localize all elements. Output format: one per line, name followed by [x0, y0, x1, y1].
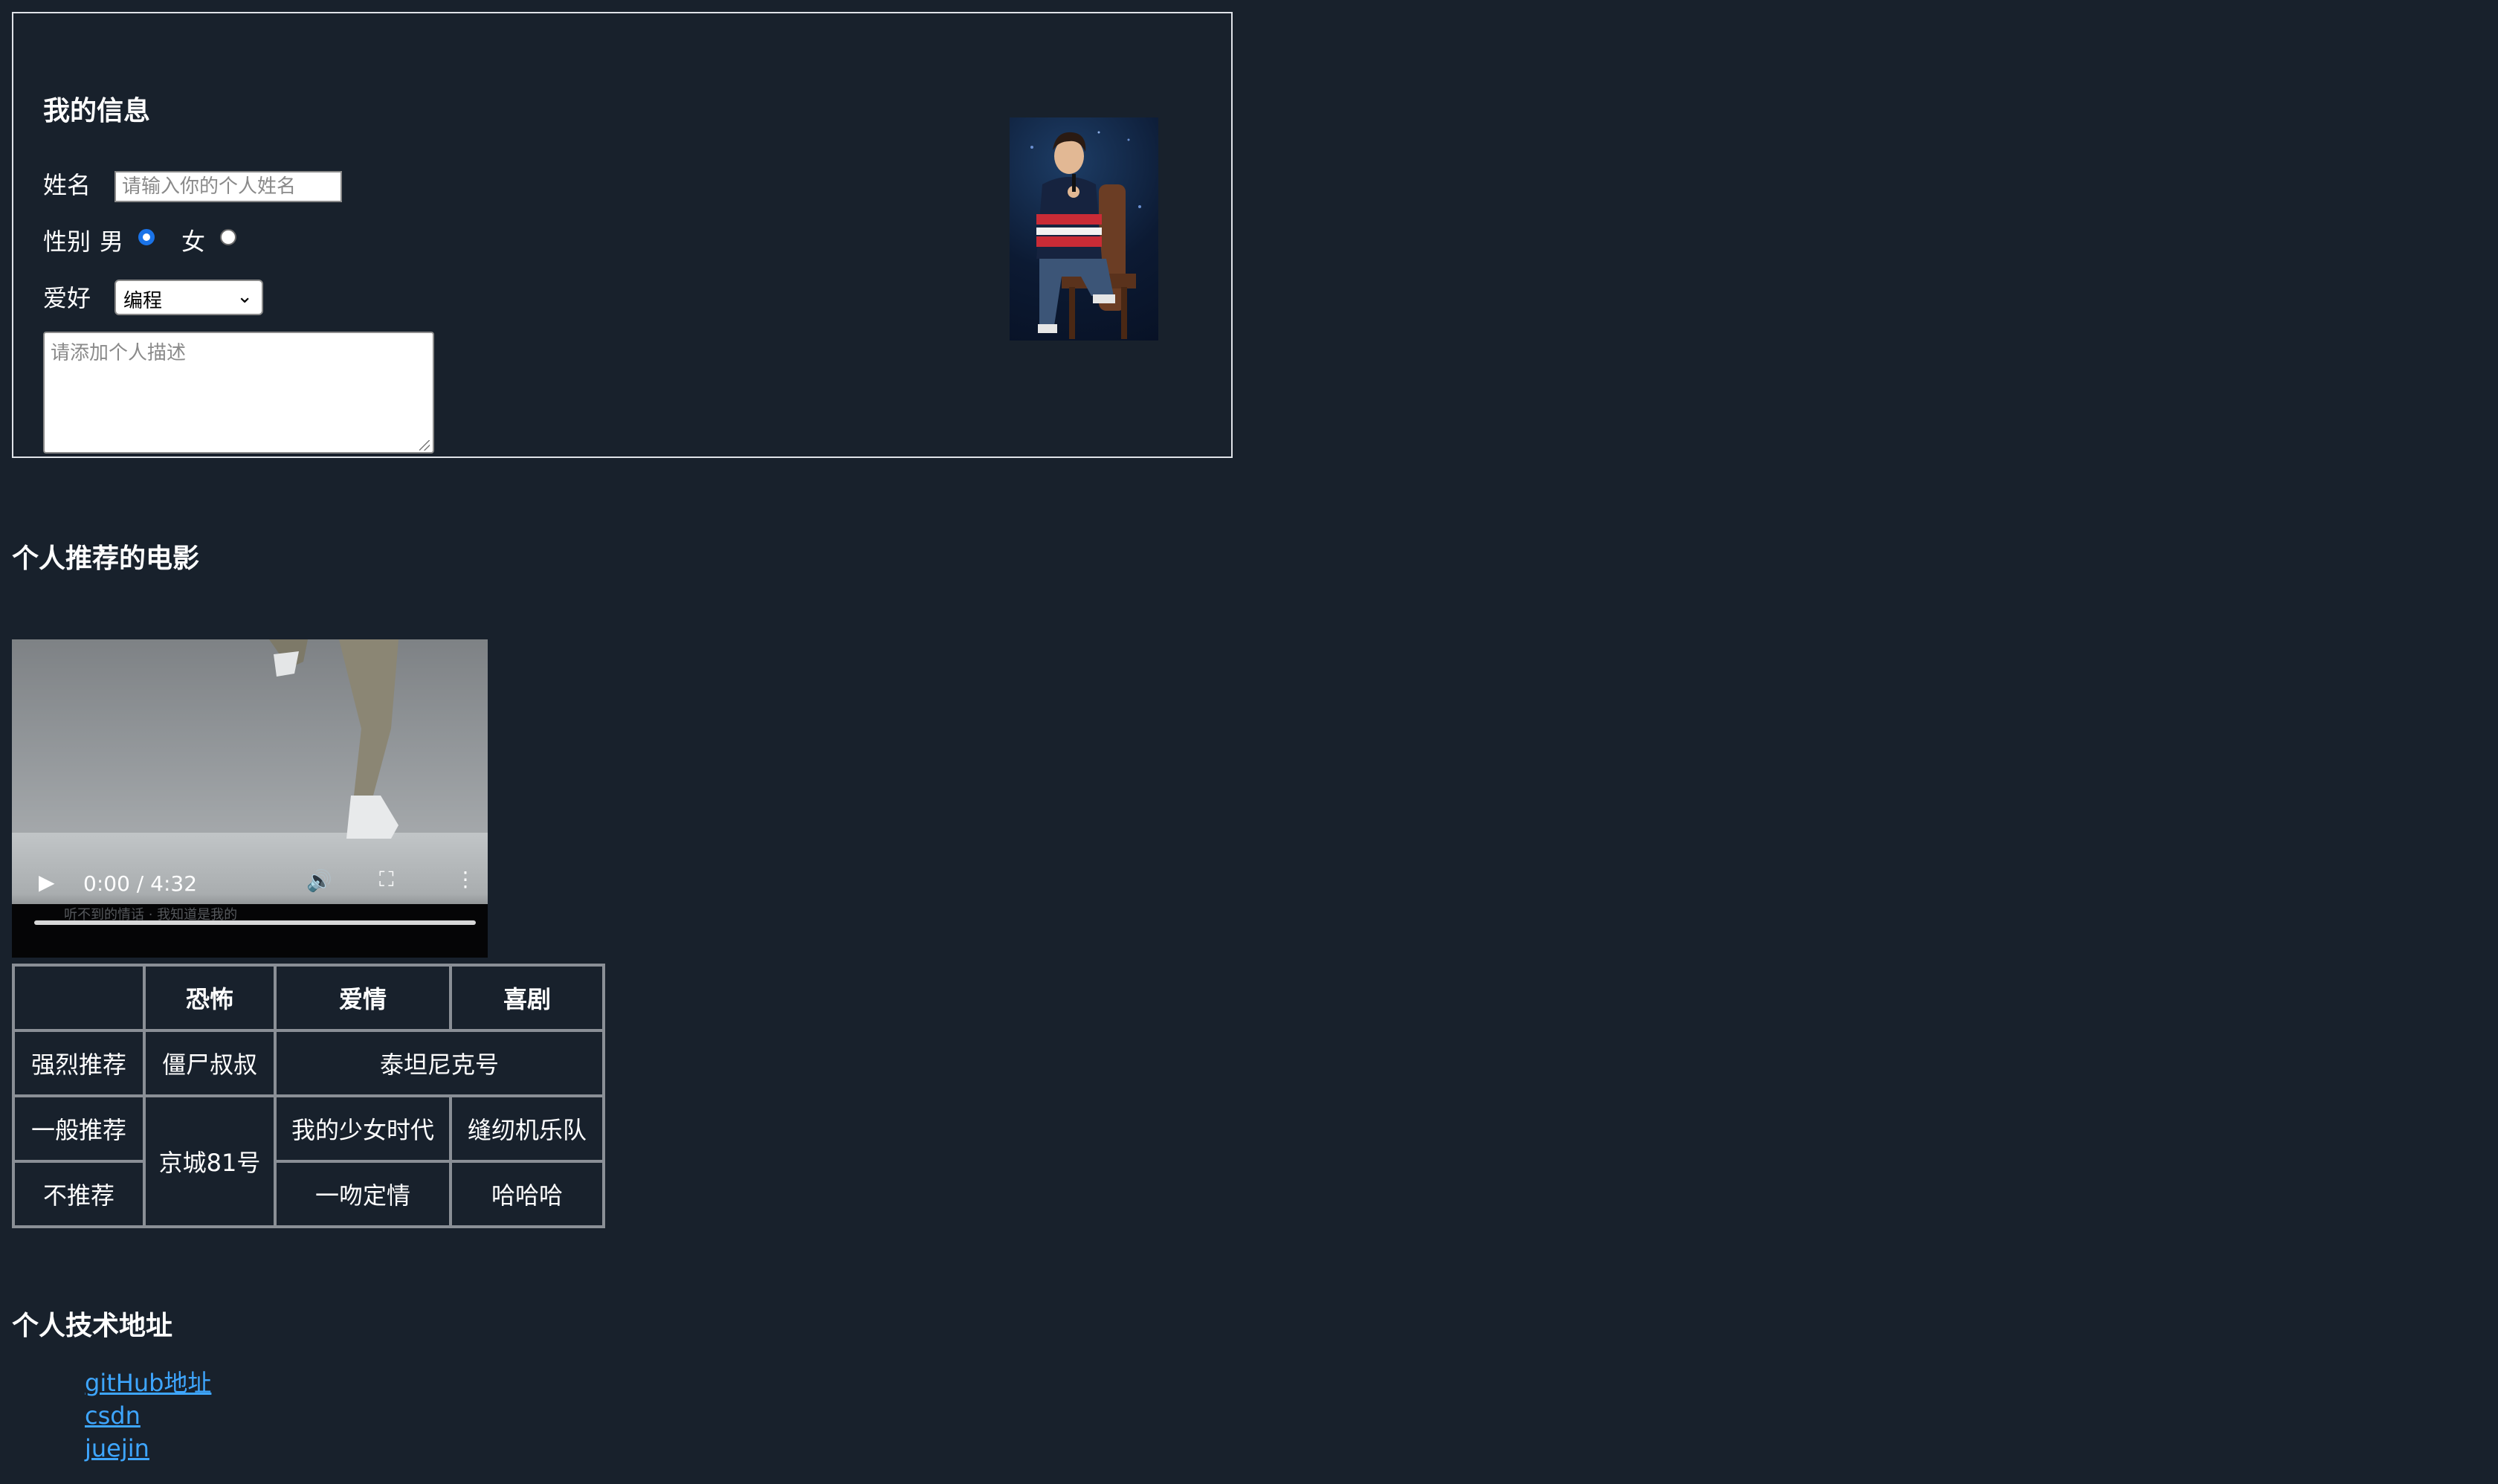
table-cell: 京城81号	[144, 1096, 275, 1227]
gender-male-label: 男	[100, 228, 124, 256]
link-juejin[interactable]: juejin	[85, 1432, 211, 1465]
video-subtitle-text: 听不到的情话 · 我知道是我的	[64, 907, 238, 923]
info-title: 我的信息	[43, 96, 151, 126]
table-row: 不推荐 一吻定情 哈哈哈	[13, 1161, 604, 1227]
volume-icon[interactable]: 🔊	[306, 868, 332, 893]
video-time-separator: /	[136, 871, 144, 896]
video-duration: 4:32	[150, 871, 198, 896]
description-textarea[interactable]: 请添加个人描述	[43, 332, 434, 454]
row-label-normal: 一般推荐	[13, 1096, 144, 1161]
name-input[interactable]	[114, 171, 342, 202]
profile-photo	[1010, 117, 1158, 341]
table-cell: 我的少女时代	[275, 1096, 451, 1161]
table-row: 强烈推荐 僵尸叔叔 泰坦尼克号	[13, 1030, 604, 1096]
movies-section-title: 个人推荐的电影	[12, 543, 200, 574]
table-cell: 泰坦尼克号	[275, 1030, 604, 1096]
table-cell: 哈哈哈	[451, 1161, 604, 1227]
gender-female-radio[interactable]	[220, 229, 236, 245]
video-player[interactable]: ▶ 0:00 / 4:32 🔊 ⛶ ⋮ 听不到的情话 · 我知道是我的	[12, 639, 488, 958]
table-header-comedy: 喜剧	[451, 965, 604, 1030]
table-row: 一般推荐 京城81号 我的少女时代 缝纫机乐队	[13, 1096, 604, 1227]
video-current-time: 0:00	[83, 871, 130, 896]
hobby-label: 爱好	[43, 284, 91, 312]
hobby-select[interactable]: 编程 ⌄	[114, 280, 263, 315]
movie-recommendation-table: 恐怖 爱情 喜剧 强烈推荐 僵尸叔叔 泰坦尼克号 一般推荐 京城81号 我的少女…	[12, 964, 605, 1228]
table-header-romance: 爱情	[275, 965, 451, 1030]
info-fieldset: 我的信息 姓名 性别 男 女 爱好 编程 ⌄ 请添加个人描述	[12, 12, 1233, 458]
link-csdn[interactable]: csdn	[85, 1399, 211, 1432]
more-options-icon[interactable]: ⋮	[455, 867, 476, 891]
gender-label: 性别	[43, 228, 91, 256]
table-header-row: 恐怖 爱情 喜剧	[13, 965, 604, 1030]
tech-links-list: gitHub地址 csdn juejin	[85, 1367, 211, 1465]
chevron-down-icon: ⌄	[236, 285, 253, 308]
link-github[interactable]: gitHub地址	[85, 1367, 211, 1399]
fullscreen-icon[interactable]: ⛶	[379, 867, 394, 892]
tech-section-title: 个人技术地址	[12, 1311, 173, 1341]
profile-photo-illustration	[1030, 131, 1141, 339]
video-time: 0:00 / 4:32	[83, 871, 197, 896]
table-header-horror: 恐怖	[144, 965, 275, 1030]
table-cell: 一吻定情	[275, 1161, 451, 1227]
gender-male-radio[interactable]	[138, 229, 155, 245]
hobby-select-value: 编程	[123, 290, 163, 312]
play-icon[interactable]: ▶	[39, 870, 55, 894]
row-label-strong: 强烈推荐	[13, 1030, 144, 1096]
name-label: 姓名	[43, 171, 91, 199]
table-cell: 缝纫机乐队	[451, 1096, 604, 1161]
description-placeholder: 请添加个人描述	[51, 342, 187, 364]
gender-female-label: 女	[181, 228, 206, 256]
table-header-empty	[13, 965, 144, 1030]
table-cell: 僵尸叔叔	[144, 1030, 275, 1096]
row-label-not: 不推荐	[13, 1161, 144, 1227]
resize-grip-icon[interactable]	[419, 440, 430, 451]
